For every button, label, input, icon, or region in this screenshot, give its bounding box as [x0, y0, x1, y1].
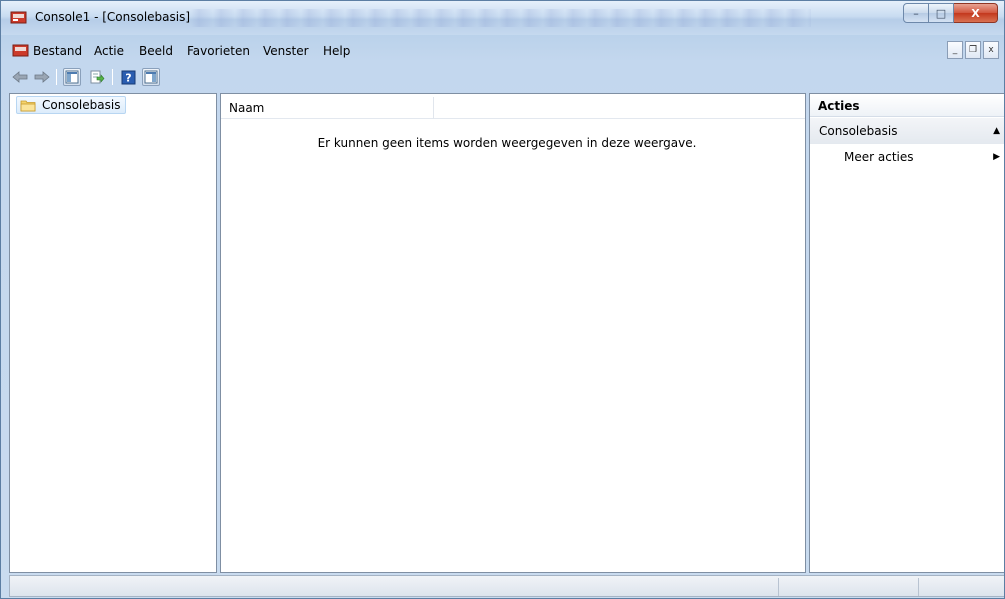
results-list-pane[interactable]: Naam Er kunnen geen items worden weergeg…: [220, 93, 806, 573]
menu-actie[interactable]: Actie: [94, 44, 124, 58]
maximize-button[interactable]: □: [929, 3, 954, 23]
close-button[interactable]: X: [954, 3, 998, 23]
mmc-app-icon: [10, 11, 27, 24]
back-icon: [12, 71, 28, 83]
menu-bar: Bestand Actie Beeld Favorieten Venster H…: [9, 41, 999, 63]
mdi-restore-button[interactable]: ❐: [965, 41, 981, 59]
export-list-button[interactable]: [88, 68, 106, 86]
export-list-icon: [90, 70, 105, 84]
window-controls: – □ X: [903, 3, 998, 23]
list-header: Naam: [221, 97, 805, 119]
action-meer-acties[interactable]: Meer acties ▶: [810, 146, 1004, 168]
show-hide-action-pane-icon: [144, 70, 158, 84]
folder-icon: [20, 100, 36, 111]
actions-section-label: Consolebasis: [819, 124, 898, 138]
action-label: Meer acties: [844, 150, 914, 164]
forward-icon: [34, 71, 50, 83]
document-window-icon[interactable]: [12, 43, 29, 58]
tree-node-consolebasis[interactable]: Consolebasis: [16, 96, 127, 114]
forward-button[interactable]: [33, 68, 51, 86]
show-hide-action-pane-button[interactable]: [142, 68, 160, 86]
actions-section-consolebasis[interactable]: Consolebasis ▲: [810, 118, 1004, 144]
show-hide-tree-icon: [65, 70, 79, 84]
column-header-naam[interactable]: Naam: [221, 97, 434, 119]
back-button[interactable]: [11, 68, 29, 86]
menu-favorieten[interactable]: Favorieten: [187, 44, 250, 58]
menu-venster[interactable]: Venster: [263, 44, 309, 58]
toolbar-separator: [56, 69, 57, 85]
title-bar[interactable]: Console1 - [Consolebasis] – □ X: [1, 1, 1004, 35]
status-separator: [778, 578, 779, 596]
menu-help[interactable]: Help: [323, 44, 350, 58]
status-separator: [918, 578, 919, 596]
tree-node-label: Consolebasis: [42, 98, 121, 112]
mdi-close-button[interactable]: x: [983, 41, 999, 59]
show-hide-tree-button[interactable]: [63, 68, 81, 86]
actions-pane: Acties Consolebasis ▲ Meer acties ▶: [809, 93, 1004, 573]
toolbar-separator: [112, 69, 113, 85]
mdi-minimize-button[interactable]: _: [947, 41, 963, 59]
empty-list-message: Er kunnen geen items worden weergegeven …: [317, 136, 697, 150]
status-bar: [9, 575, 1004, 597]
minimize-button[interactable]: –: [903, 3, 929, 23]
submenu-arrow-icon: ▶: [993, 152, 1000, 162]
title-bar-texture: [191, 9, 811, 27]
toolbar: ?: [9, 65, 999, 89]
actions-header: Acties: [810, 95, 1004, 117]
column-header-empty[interactable]: [434, 97, 805, 119]
mmc-window: Console1 - [Consolebasis] – □ X Bestand …: [0, 0, 1005, 599]
menu-bestand[interactable]: Bestand: [33, 44, 82, 58]
help-icon: ?: [121, 70, 135, 84]
collapse-up-icon[interactable]: ▲: [993, 126, 1000, 136]
help-button[interactable]: ?: [119, 68, 137, 86]
menu-beeld[interactable]: Beeld: [139, 44, 173, 58]
window-title: Console1 - [Consolebasis]: [35, 10, 191, 24]
svg-text:?: ?: [125, 71, 131, 84]
console-tree-pane[interactable]: Consolebasis: [9, 93, 217, 573]
mdi-controls: _ ❐ x: [947, 41, 999, 59]
